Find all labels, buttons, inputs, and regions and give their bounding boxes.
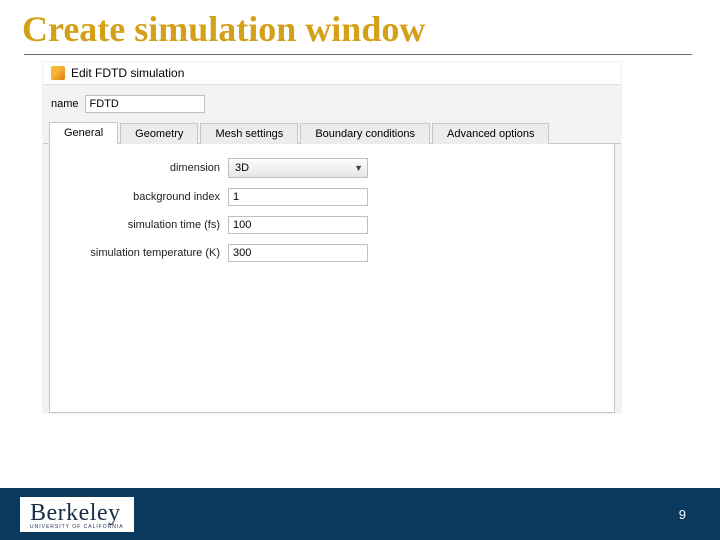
logo-subtext: UNIVERSITY OF CALIFORNIA xyxy=(30,525,124,530)
dimension-dropdown[interactable]: 3D ▼ xyxy=(228,158,368,178)
title-rule xyxy=(24,54,692,55)
tab-advanced-options[interactable]: Advanced options xyxy=(432,123,549,144)
sim-temp-input[interactable] xyxy=(228,244,368,262)
row-sim-time: simulation time (fs) xyxy=(68,216,596,234)
window-title: Edit FDTD simulation xyxy=(71,66,184,80)
dimension-label: dimension xyxy=(68,162,228,174)
bg-index-label: background index xyxy=(68,191,228,203)
tab-mesh-settings[interactable]: Mesh settings xyxy=(200,123,298,144)
page-number: 9 xyxy=(679,507,686,522)
general-panel: dimension 3D ▼ background index simulati… xyxy=(49,144,615,413)
slide-footer: Berkeley UNIVERSITY OF CALIFORNIA 9 xyxy=(0,488,720,540)
row-dimension: dimension 3D ▼ xyxy=(68,158,596,178)
sim-time-label: simulation time (fs) xyxy=(68,219,228,231)
dimension-value: 3D xyxy=(235,162,249,174)
tab-boundary-conditions[interactable]: Boundary conditions xyxy=(300,123,430,144)
sim-time-input[interactable] xyxy=(228,216,368,234)
bg-index-input[interactable] xyxy=(228,188,368,206)
tab-strip: General Geometry Mesh settings Boundary … xyxy=(43,121,621,144)
tab-general[interactable]: General xyxy=(49,122,118,144)
tab-geometry[interactable]: Geometry xyxy=(120,123,198,144)
name-label: name xyxy=(51,98,79,110)
row-background-index: background index xyxy=(68,188,596,206)
dialog-window: Edit FDTD simulation name General Geomet… xyxy=(42,61,622,414)
sim-temp-label: simulation temperature (K) xyxy=(68,247,228,259)
row-sim-temp: simulation temperature (K) xyxy=(68,244,596,262)
app-icon xyxy=(51,66,65,80)
chevron-down-icon: ▼ xyxy=(354,163,363,173)
slide-root: Create simulation window Edit FDTD simul… xyxy=(0,0,720,540)
slide-title: Create simulation window xyxy=(0,0,720,54)
name-input[interactable] xyxy=(85,95,205,113)
name-row: name xyxy=(43,85,621,121)
logo-wordmark: Berkeley xyxy=(30,501,124,525)
berkeley-logo: Berkeley UNIVERSITY OF CALIFORNIA xyxy=(20,497,134,532)
window-titlebar: Edit FDTD simulation xyxy=(43,62,621,85)
